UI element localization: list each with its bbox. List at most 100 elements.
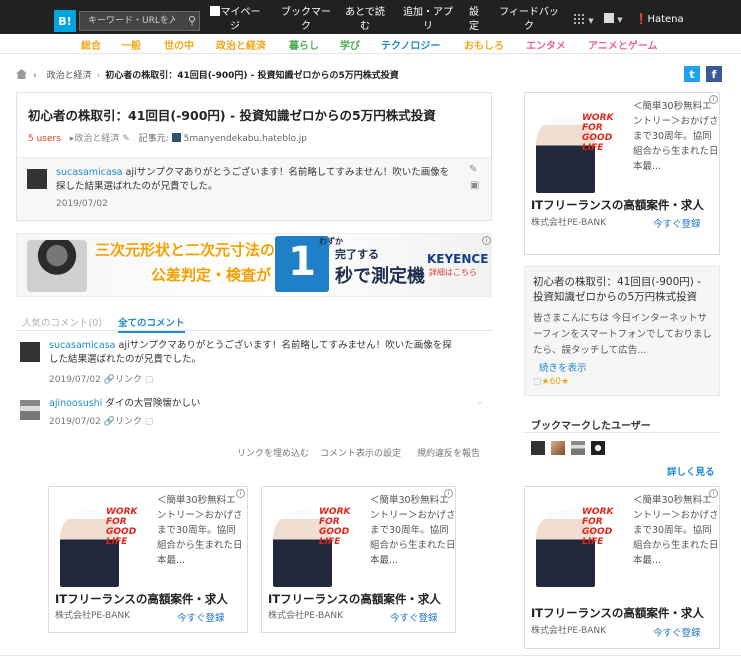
star-add-icon: ▢ xyxy=(533,377,542,387)
category-item[interactable]: 総合 xyxy=(81,37,101,52)
nav-read-later[interactable]: あとで読 む xyxy=(342,6,388,34)
ad-line4: 秒で測定機 xyxy=(335,266,425,287)
avatar[interactable] xyxy=(27,169,47,189)
trash-icon[interactable]: ▣ xyxy=(470,180,479,191)
breadcrumb-section[interactable]: 政治と経済 xyxy=(47,71,92,81)
search-icon[interactable]: ⚲ xyxy=(184,12,200,30)
category-item[interactable]: 学び xyxy=(340,37,360,52)
bookmark-user-avatar[interactable] xyxy=(531,441,545,455)
ad-side-text: ＜簡単30秒無料エントリー＞おかげさまで30周年。協同組合から生まれた日本最..… xyxy=(633,495,719,566)
ad-line3: 完了する xyxy=(335,248,379,261)
tab-popular-comments[interactable]: 人気のコメント(0) xyxy=(22,315,102,329)
top-bar: B! ⚲ マイペー ジ ブックマー ク あとで読 む 追加・アプ リ 設 定 フ… xyxy=(0,0,741,34)
category-item[interactable]: おもしろ xyxy=(464,37,504,52)
category-item[interactable]: 暮らし xyxy=(289,37,319,52)
divider xyxy=(524,432,720,433)
register-button[interactable]: 今すぐ登録 xyxy=(653,625,701,639)
facebook-icon[interactable]: f xyxy=(706,66,722,82)
category-item[interactable]: 一般 xyxy=(121,37,141,52)
hatena-logo-icon: ❗ xyxy=(635,14,648,25)
ad-company: 株式会社PE-BANK xyxy=(531,626,607,636)
ad-side-text: ＜簡単30秒無料エントリー＞おかげさまで30周年。協同組合から生まれた日本最..… xyxy=(157,495,243,566)
ad-brand: KEYENCE xyxy=(427,252,489,266)
category-item[interactable]: アニメとゲーム xyxy=(588,37,658,52)
avatar[interactable] xyxy=(20,400,40,420)
comment-user[interactable]: sucasamicasa xyxy=(56,167,123,178)
ad-title: ITフリーランスの高額案件・求人 xyxy=(531,606,704,620)
star-add-icon[interactable]: ▢ xyxy=(145,375,154,385)
nav-feedback[interactable]: フィードバッ ク xyxy=(496,6,562,34)
register-button[interactable]: 今すぐ登録 xyxy=(653,216,701,230)
caret-down-icon: ▼ xyxy=(617,16,623,24)
comment-user[interactable]: sucasamicasa xyxy=(49,340,116,351)
ad-side-text: ＜簡単30秒無料エントリー＞おかげさまで30周年。協同組合から生まれた日本最..… xyxy=(633,101,719,172)
category-item[interactable]: 政治と経済 xyxy=(216,37,266,52)
ad-info-icon[interactable]: i xyxy=(482,236,491,245)
embed-link[interactable]: リンクを埋め込む xyxy=(237,446,309,459)
sidebar-entry-title[interactable]: 初心者の株取引：41回目(-900円) - 投資知識ゼロからの5万円株式投資 xyxy=(533,275,713,305)
job-ad-card[interactable]: WORK FOR GOOD LIFE ＜簡単30秒無料エントリー＞おかげさまで3… xyxy=(261,486,456,633)
my-comment-text: sucasamicasa ajiサンプクマありがとうございます！名前略してすみま… xyxy=(56,167,450,192)
sidebar-entry-box: 初心者の株取引：41回目(-900円) - 投資知識ゼロからの5万円株式投資 皆… xyxy=(524,266,720,396)
ad-info-icon[interactable]: i xyxy=(236,489,245,498)
category-item[interactable]: エンタメ xyxy=(526,37,566,52)
comment-link[interactable]: リンク xyxy=(115,375,142,385)
caret-down-icon: ▼ xyxy=(588,17,594,25)
ad-photo: WORK FOR GOOD LIFE xyxy=(266,491,362,587)
bookmark-user-avatar[interactable] xyxy=(571,441,585,455)
ad-line2: 公差判定・検査が xyxy=(151,266,272,284)
ad-banner[interactable]: 三次元形状と二次元寸法の 公差判定・検査が 1 わずか 完了する 秒で測定機 K… xyxy=(16,233,492,297)
source-link[interactable]: 5manyendekabu.hateblo.jp xyxy=(184,134,307,144)
ad-info-icon[interactable]: i xyxy=(709,95,718,104)
register-button[interactable]: 今すぐ登録 xyxy=(390,610,438,624)
twitter-icon[interactable]: t xyxy=(684,66,700,82)
comment-tabs: 人気のコメント(0) 全てのコメント xyxy=(16,313,492,333)
star-count[interactable]: ▢★60★ xyxy=(533,377,569,387)
apps-menu[interactable]: ▼ xyxy=(573,13,594,28)
category-link[interactable]: ▸政治と経済 ✎ xyxy=(70,134,130,144)
comment-date: 2019/07/02 xyxy=(56,199,108,209)
breadcrumb-current: 初心者の株取引：41回目(-900円) - 投資知識ゼロからの5万円株式投資 xyxy=(105,71,399,81)
search-input[interactable] xyxy=(79,11,200,31)
entry-title[interactable]: 初心者の株取引：41回目(-900円) - 投資知識ゼロからの5万円株式投資 xyxy=(28,105,436,124)
breadcrumb: › 政治と経済 › 初心者の株取引：41回目(-900円) - 投資知識ゼロからの5万… xyxy=(16,68,399,81)
user-menu[interactable]: ▼ xyxy=(604,13,623,27)
hatena-bookmark-logo[interactable]: B! xyxy=(54,10,76,32)
users-count[interactable]: 5 users xyxy=(28,134,61,144)
report-link[interactable]: 規約違反を報告 xyxy=(417,446,480,459)
bookmark-user-avatar[interactable] xyxy=(591,441,605,455)
job-ad-card[interactable]: WORK FOR GOOD LIFE ＜簡単30秒無料エントリー＞おかげさまで3… xyxy=(48,486,248,633)
comment-text: ajinoosushi ダイの大冒険懐かしい xyxy=(49,398,201,409)
comment-meta: 2019/07/02 🔗リンク ▢ xyxy=(49,375,154,385)
chevron-down-icon[interactable]: ⌄ xyxy=(476,397,484,407)
nav-mypage[interactable]: マイペー ジ xyxy=(206,6,264,34)
ad-brand-sub: 詳細はこちら xyxy=(429,268,477,277)
sidebar-job-ad[interactable]: WORK FOR GOOD LIFE ＜簡単30秒無料エントリー＞おかげさまで3… xyxy=(524,486,720,649)
edit-icon[interactable]: ✎ xyxy=(469,164,477,175)
bookmark-user-avatar[interactable] xyxy=(551,441,565,455)
register-button[interactable]: 今すぐ登録 xyxy=(177,610,225,624)
nav-add-app[interactable]: 追加・アプ リ xyxy=(400,6,456,34)
sidebar-job-ad[interactable]: WORK FOR GOOD LIFE ＜簡単30秒無料エントリー＞おかげさまで3… xyxy=(524,92,720,255)
ad-photo-text: WORK FOR GOOD LIFE xyxy=(319,507,351,547)
show-more-link[interactable]: 続きを表示 xyxy=(539,360,587,374)
ad-info-icon[interactable]: i xyxy=(709,489,718,498)
comment-settings-link[interactable]: コメント表示の設定 xyxy=(320,446,401,459)
avatar[interactable] xyxy=(20,342,40,362)
comment-user[interactable]: ajinoosushi xyxy=(49,398,102,409)
ad-info-icon[interactable]: i xyxy=(444,489,453,498)
hatena-brand[interactable]: ❗Hatena xyxy=(635,13,684,27)
nav-bookmark[interactable]: ブックマー ク xyxy=(278,6,334,34)
person-icon xyxy=(209,6,220,16)
see-all-link[interactable]: 詳しく見る xyxy=(667,464,715,478)
star-add-icon[interactable]: ▢ xyxy=(145,417,154,427)
home-icon[interactable] xyxy=(16,69,27,79)
category-item[interactable]: 世の中 xyxy=(164,37,194,52)
comment-text: sucasamicasa ajiサンプクマありがとうございます！名前略してすみま… xyxy=(49,340,452,365)
nav-settings[interactable]: 設 定 xyxy=(466,6,482,34)
comment-link[interactable]: リンク xyxy=(115,417,142,427)
category-item[interactable]: テクノロジー xyxy=(381,37,440,52)
ad-photo-text: WORK FOR GOOD LIFE xyxy=(582,113,614,153)
chevron-right-icon: › xyxy=(96,71,101,81)
tab-all-comments[interactable]: 全てのコメント xyxy=(118,315,185,333)
